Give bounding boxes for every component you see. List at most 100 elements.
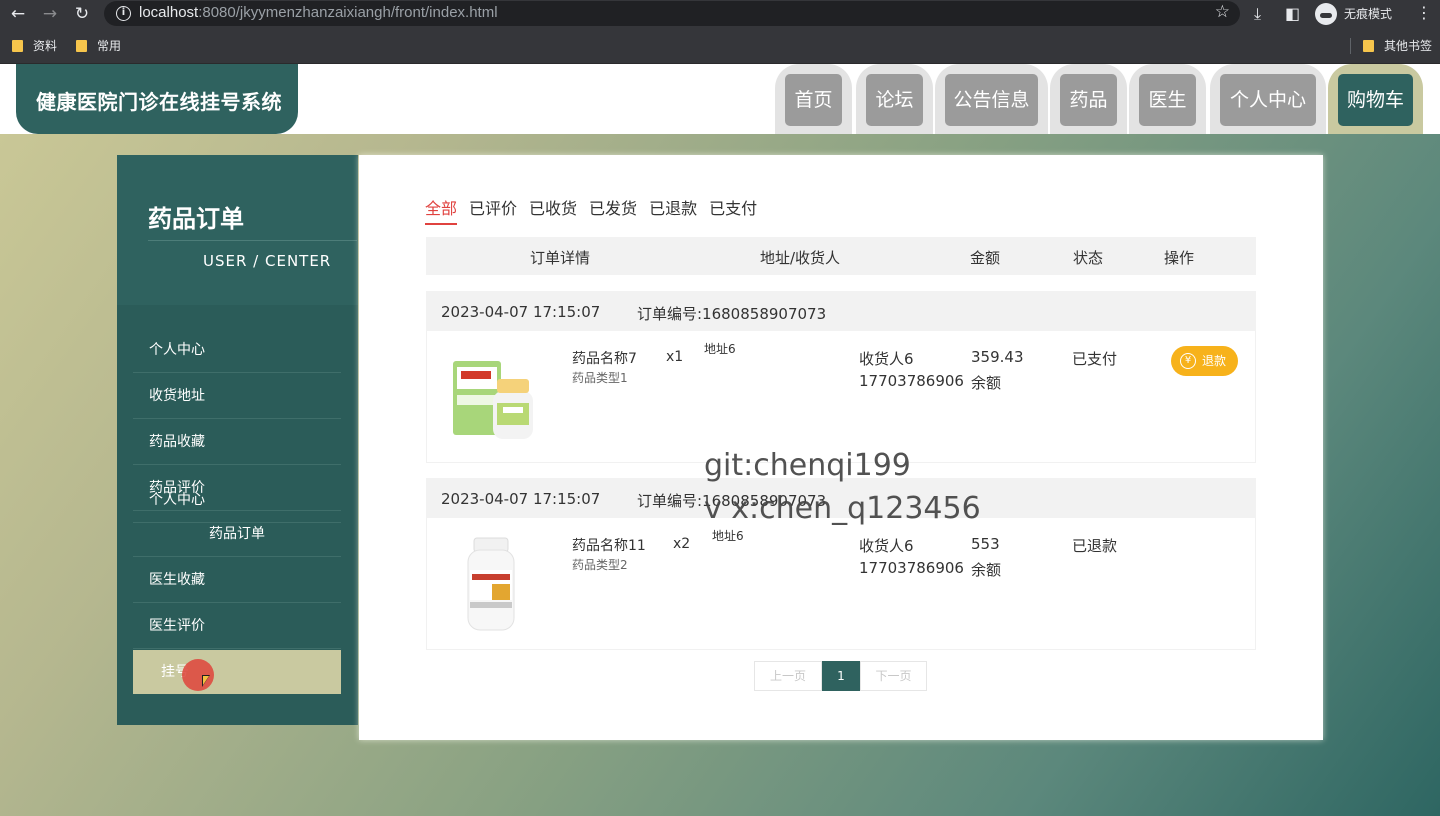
bookmark-folder-changyong[interactable]: 常用: [76, 37, 121, 55]
incognito-indicator[interactable]: 无痕模式: [1312, 2, 1402, 26]
product-quantity: x1: [666, 349, 684, 365]
sidebar-item-medicine-reviews[interactable]: 药品评价: [133, 465, 341, 511]
order-status: 已支付: [1072, 350, 1118, 368]
bookmark-separator: [1350, 38, 1351, 54]
sidebar-item-medicine-favorites[interactable]: 药品收藏: [133, 419, 341, 465]
refund-button[interactable]: ¥ 退款: [1171, 346, 1238, 376]
tab-reviewed[interactable]: 已评价: [469, 195, 517, 223]
folder-icon: [76, 40, 87, 52]
order-row: 药品名称7 药品类型1 x1 地址6 收货人6 17703786906 359.…: [426, 331, 1256, 463]
folder-icon: [1363, 40, 1374, 52]
nav-home[interactable]: 首页: [775, 64, 852, 134]
side-panel-icon[interactable]: ◧: [1285, 4, 1300, 24]
nav-announcements[interactable]: 公告信息: [935, 64, 1048, 134]
nav-label: 药品: [1060, 74, 1117, 126]
sidebar-item-doctor-favorites[interactable]: 医生收藏: [133, 557, 341, 603]
order-address: 地址6: [704, 342, 736, 356]
browser-toolbar: ← → ↻ i localhost:8080/jkyymenzhanzaixia…: [0, 0, 1440, 28]
tab-paid[interactable]: 已支付: [709, 195, 757, 223]
sidebar-item-registration[interactable]: 挂号: [133, 650, 341, 694]
nav-cart[interactable]: 购物车: [1328, 64, 1423, 134]
next-page-button[interactable]: 下一页: [860, 661, 927, 691]
url-path: :8080/jkyymenzhanzaixiangh/front/index.h…: [198, 4, 498, 21]
site-title: 健康医院门诊在线挂号系统: [36, 90, 282, 114]
nav-medicine[interactable]: 药品: [1050, 64, 1127, 134]
receiver-phone: 17703786906: [859, 559, 964, 577]
bookmark-label: 常用: [97, 39, 122, 53]
order-amount: 553: [971, 535, 1000, 553]
nav-forum[interactable]: 论坛: [856, 64, 933, 134]
mouse-cursor-icon: [202, 675, 210, 687]
sidebar-item-medicine-orders[interactable]: 药品订单: [133, 511, 341, 557]
incognito-icon: [1315, 3, 1337, 25]
yen-icon: ¥: [1180, 353, 1196, 369]
order-address: 地址6: [712, 529, 744, 543]
order-status: 已退款: [1072, 537, 1118, 555]
bookmark-folder-other[interactable]: 其他书签: [1363, 37, 1432, 55]
bookmark-label: 资料: [33, 39, 58, 53]
table-header: 订单详情 地址/收货人 金额 状态 操作: [426, 237, 1256, 275]
site-header: 健康医院门诊在线挂号系统 首页 论坛 公告信息 药品 医生 个人中心 购物车: [0, 64, 1440, 134]
site-info-icon[interactable]: i: [116, 6, 131, 21]
nav-label: 医生: [1139, 74, 1196, 126]
sidebar-item-user-center[interactable]: 个人中心: [133, 327, 341, 373]
col-amount: 金额: [970, 249, 1001, 267]
bookmarks-bar: 资料 常用 其他书签: [0, 28, 1440, 64]
order-amount: 359.43: [971, 348, 1024, 366]
product-name[interactable]: 药品名称11: [572, 535, 646, 555]
bookmark-folder-ziliao[interactable]: 资料: [12, 37, 57, 55]
url-host: localhost: [139, 4, 199, 21]
col-status: 状态: [1073, 249, 1104, 267]
nav-label: 公告信息: [945, 74, 1038, 126]
product-image[interactable]: [451, 355, 541, 445]
product-type: 药品类型1: [572, 371, 628, 385]
address-bar[interactable]: i localhost:8080/jkyymenzhanzaixiangh/fr…: [104, 1, 1240, 26]
site-logo[interactable]: 健康医院门诊在线挂号系统: [16, 64, 298, 134]
bookmark-label: 其他书签: [1384, 39, 1433, 53]
nav-label: 首页: [785, 74, 842, 126]
tab-received[interactable]: 已收货: [529, 195, 577, 223]
payment-method: 余额: [971, 374, 1002, 392]
payment-method: 余额: [971, 561, 1002, 579]
sidebar-subtitle: USER / CENTER: [203, 252, 332, 270]
product-quantity: x2: [673, 536, 691, 552]
bookmark-star-icon[interactable]: ☆: [1215, 2, 1230, 22]
product-image[interactable]: [462, 536, 522, 636]
url-text[interactable]: localhost:8080/jkyymenzhanzaixiangh/fron…: [139, 4, 498, 21]
col-order-details: 订单详情: [530, 249, 591, 267]
sidebar-item-doctor-reviews[interactable]: 医生评价: [133, 603, 341, 649]
watermark-text: v x:chen_q123456: [704, 491, 981, 526]
receiver-name: 收货人6: [859, 537, 914, 555]
sidebar-title: 药品订单: [148, 205, 244, 233]
receiver-name: 收货人6: [859, 350, 914, 368]
order-row: 药品名称11 药品类型2 x2 地址6 收货人6 17703786906 553…: [426, 518, 1256, 650]
col-action: 操作: [1164, 249, 1195, 267]
sidebar-item-address[interactable]: 收货地址: [133, 373, 341, 419]
forward-icon[interactable]: →: [40, 4, 60, 24]
nav-user-center[interactable]: 个人中心: [1210, 64, 1326, 134]
col-address-receiver: 地址/收货人: [760, 249, 841, 267]
product-type: 药品类型2: [572, 558, 628, 572]
page-number-button[interactable]: 1: [822, 661, 860, 691]
download-icon[interactable]: ⤓: [1254, 4, 1261, 24]
incognito-label: 无痕模式: [1344, 7, 1393, 21]
order-number: 订单编号:1680858907073: [637, 305, 827, 323]
tab-shipped[interactable]: 已发货: [589, 195, 637, 223]
nav-label: 论坛: [866, 74, 923, 126]
back-icon[interactable]: ←: [8, 4, 28, 24]
prev-page-button[interactable]: 上一页: [754, 661, 822, 691]
nav-label: 购物车: [1338, 74, 1413, 126]
reload-icon[interactable]: ↻: [72, 4, 92, 24]
order-time: 2023-04-07 17:15:07: [441, 303, 601, 321]
nav-label: 个人中心: [1220, 74, 1316, 126]
browser-menu-icon[interactable]: ⋮: [1416, 3, 1432, 22]
sidebar-divider: [148, 240, 357, 241]
nav-doctor[interactable]: 医生: [1129, 64, 1206, 134]
order-header: 2023-04-07 17:15:07 订单编号:1680858907073: [426, 291, 1256, 331]
refund-label: 退款: [1202, 354, 1227, 368]
product-name[interactable]: 药品名称7: [572, 348, 637, 368]
status-tabs: 全部 已评价 已收货 已发货 已退款 已支付: [425, 195, 769, 225]
tab-refunded[interactable]: 已退款: [649, 195, 697, 223]
tab-all[interactable]: 全部: [425, 195, 458, 225]
order-time: 2023-04-07 17:15:07: [441, 490, 601, 508]
